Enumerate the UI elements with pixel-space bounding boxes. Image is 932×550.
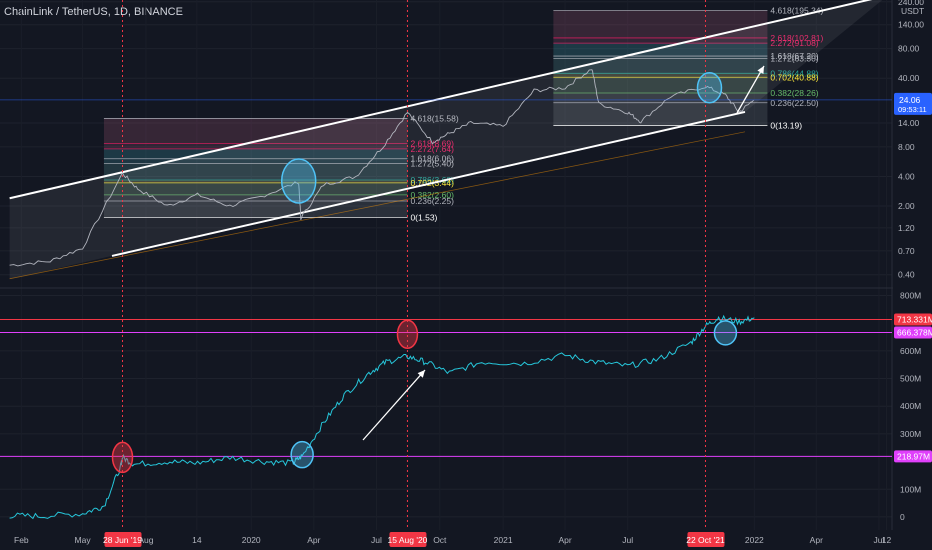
time-tick-label: Apr	[307, 535, 320, 545]
marker-date-label: 28 Jun '19	[103, 535, 142, 545]
price-tick-label: 140.00	[898, 20, 924, 30]
price-unit-label: USDT	[901, 6, 924, 16]
indicator-level-value: 713.331M	[897, 315, 932, 325]
price-tick-label: 1.20	[898, 223, 915, 233]
time-tick-label: Apr	[810, 535, 823, 545]
indicator-level-value: 666.378M	[897, 328, 932, 338]
indicator-line	[9, 314, 755, 520]
indicator-tick-label: 300M	[900, 429, 921, 439]
time-tick-label: Jul	[622, 535, 633, 545]
circle-highlight	[290, 440, 314, 469]
time-tick-label: 12	[882, 535, 892, 545]
price-tick-label: 0.70	[898, 246, 915, 256]
indicator-tick-label: 500M	[900, 374, 921, 384]
price-tick-label: 0.40	[898, 270, 915, 280]
time-tick-label: 14	[192, 535, 202, 545]
chart-canvas[interactable]: 4.618(15.58)2.618(8.69)2.272(7.64)1.272(…	[0, 0, 932, 550]
time-tick-label: 2022	[745, 535, 764, 545]
time-tick-label: Apr	[558, 535, 571, 545]
time-tick-label: Jul	[371, 535, 382, 545]
price-tick-label: 40.00	[898, 73, 920, 83]
indicator-tick-label: 600M	[900, 346, 921, 356]
marker-date-label: 15 Aug '20	[387, 535, 427, 545]
circle-highlight	[396, 319, 419, 350]
price-tick-label: 80.00	[898, 44, 920, 54]
indicator-tick-label: 400M	[900, 401, 921, 411]
price-tick-label: 4.00	[898, 171, 915, 181]
arrow-line	[362, 369, 426, 441]
indicator-tick-label: 800M	[900, 291, 921, 301]
price-tick-label: 8.00	[898, 142, 915, 152]
circle-highlight	[111, 441, 134, 474]
fib-level-label: 0(1.53)	[410, 212, 437, 222]
indicator-tick-label: 0	[900, 512, 905, 522]
circle-highlight	[713, 320, 738, 346]
fib-level-label: 0(13.19)	[770, 121, 802, 131]
circle-highlight	[280, 158, 317, 204]
time-tick-label: May	[75, 535, 92, 545]
current-price-countdown: 09:53:11	[898, 105, 927, 114]
time-tick-label: 2020	[242, 535, 261, 545]
circle-highlight	[696, 71, 723, 104]
fib-level-label: 0.382(28.26)	[770, 88, 818, 98]
price-tick-label: 2.00	[898, 201, 915, 211]
fib-level-label: 0.236(22.50)	[770, 98, 818, 108]
time-tick-label: 2021	[494, 535, 513, 545]
current-price-value: 24.06	[899, 95, 921, 105]
price-tick-label: 14.00	[898, 118, 920, 128]
time-tick-label: Oct	[433, 535, 447, 545]
marker-date-label: 22 Oct '21	[686, 535, 725, 545]
indicator-series	[0, 314, 892, 520]
indicator-level-value: 218.97M	[897, 451, 930, 461]
time-tick-label: Feb	[14, 535, 29, 545]
indicator-tick-label: 100M	[900, 484, 921, 494]
